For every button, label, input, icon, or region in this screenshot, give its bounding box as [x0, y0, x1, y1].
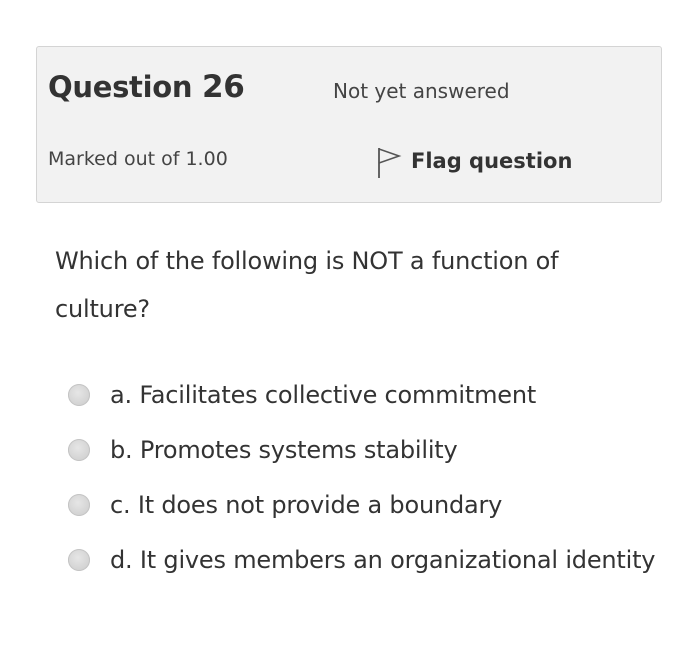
answer-label-c: c. It does not provide a boundary — [110, 478, 630, 524]
answer-letter: a. — [110, 381, 132, 409]
flag-question-button[interactable]: Flag question — [375, 143, 572, 179]
radio-icon[interactable] — [68, 384, 90, 406]
answer-label-b: b. Promotes systems stability — [110, 423, 630, 469]
answer-text: Promotes systems stability — [139, 436, 458, 464]
flag-icon — [375, 138, 403, 184]
radio-icon[interactable] — [68, 549, 90, 571]
answer-letter: d. — [110, 546, 133, 574]
question-number: 26 — [202, 69, 245, 105]
question-info-box: Question 26 Not yet answered Marked out … — [36, 46, 662, 203]
answer-label-a: a. Facilitates collective commitment — [110, 368, 630, 414]
question-state: Not yet answered — [333, 79, 510, 103]
answer-option-d[interactable]: d. It gives members an organizational id… — [66, 533, 676, 588]
answer-letter: c. — [110, 491, 131, 519]
answer-text: It gives members an organizational ident… — [139, 546, 656, 574]
flag-question-label: Flag question — [411, 149, 573, 173]
question-title-prefix: Question — [48, 70, 193, 104]
question-title: Question 26 — [48, 69, 245, 105]
answer-option-b[interactable]: b. Promotes systems stability — [66, 423, 676, 478]
radio-icon[interactable] — [68, 439, 90, 461]
answer-text: Facilitates collective commitment — [139, 381, 537, 409]
answer-option-a[interactable]: a. Facilitates collective commitment — [66, 368, 676, 423]
radio-icon[interactable] — [68, 494, 90, 516]
question-grade: Marked out of 1.00 — [48, 148, 228, 170]
answer-letter: b. — [110, 436, 133, 464]
question-text: Which of the following is NOT a function… — [55, 247, 559, 323]
answer-option-c[interactable]: c. It does not provide a boundary — [66, 478, 676, 533]
answer-options: a. Facilitates collective commitment b. … — [66, 368, 676, 588]
answer-label-d: d. It gives members an organizational id… — [110, 533, 660, 579]
answer-text: It does not provide a boundary — [137, 491, 503, 519]
